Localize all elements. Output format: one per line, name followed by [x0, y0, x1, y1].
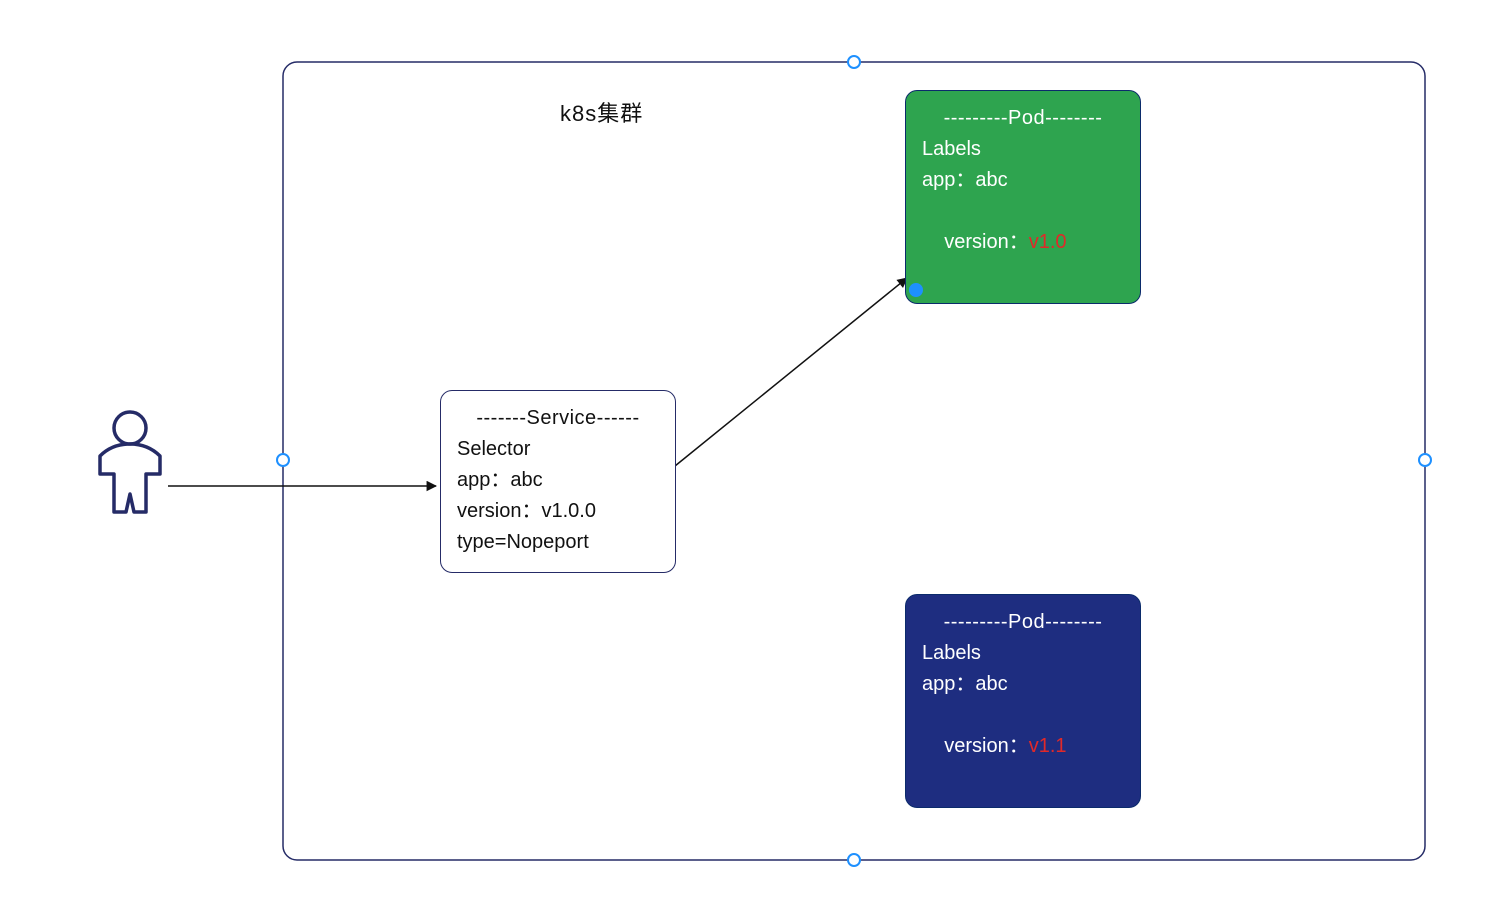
service-type-label: type=Nopeport — [457, 527, 659, 558]
pod-navy-version-value: v1.1 — [1029, 735, 1067, 757]
arrow-service-to-pod-green — [675, 278, 907, 466]
pod-navy-version-prefix: version： — [944, 735, 1028, 757]
pod-green-header: ---------Pod-------- — [922, 103, 1124, 134]
handle-bottom-icon — [847, 853, 861, 867]
service-header: -------Service------ — [457, 403, 659, 434]
pod-green-select-dot-icon — [909, 283, 923, 297]
service-selector-label: Selector — [457, 434, 659, 465]
pod-green-box: ---------Pod-------- Labels app：abc vers… — [905, 90, 1141, 304]
pod-green-version: version：v1.0 — [922, 196, 1124, 289]
pod-green-version-prefix: version： — [944, 231, 1028, 253]
pod-navy-app: app：abc — [922, 669, 1124, 700]
service-box: -------Service------ Selector app：abc ve… — [440, 390, 676, 573]
service-app-label: app：abc — [457, 465, 659, 496]
pod-navy-labels: Labels — [922, 638, 1124, 669]
service-version-label: version：v1.0.0 — [457, 496, 659, 527]
pod-navy-box: ---------Pod-------- Labels app：abc vers… — [905, 594, 1141, 808]
pod-navy-header: ---------Pod-------- — [922, 607, 1124, 638]
pod-green-app: app：abc — [922, 165, 1124, 196]
handle-right-icon — [1418, 453, 1432, 467]
pod-green-labels: Labels — [922, 134, 1124, 165]
pod-navy-version: version：v1.1 — [922, 700, 1124, 793]
pod-green-version-value: v1.0 — [1029, 231, 1067, 253]
handle-left-icon — [276, 453, 290, 467]
handle-top-icon — [847, 55, 861, 69]
user-actor-icon — [100, 412, 160, 512]
cluster-title: k8s集群 — [560, 96, 643, 128]
